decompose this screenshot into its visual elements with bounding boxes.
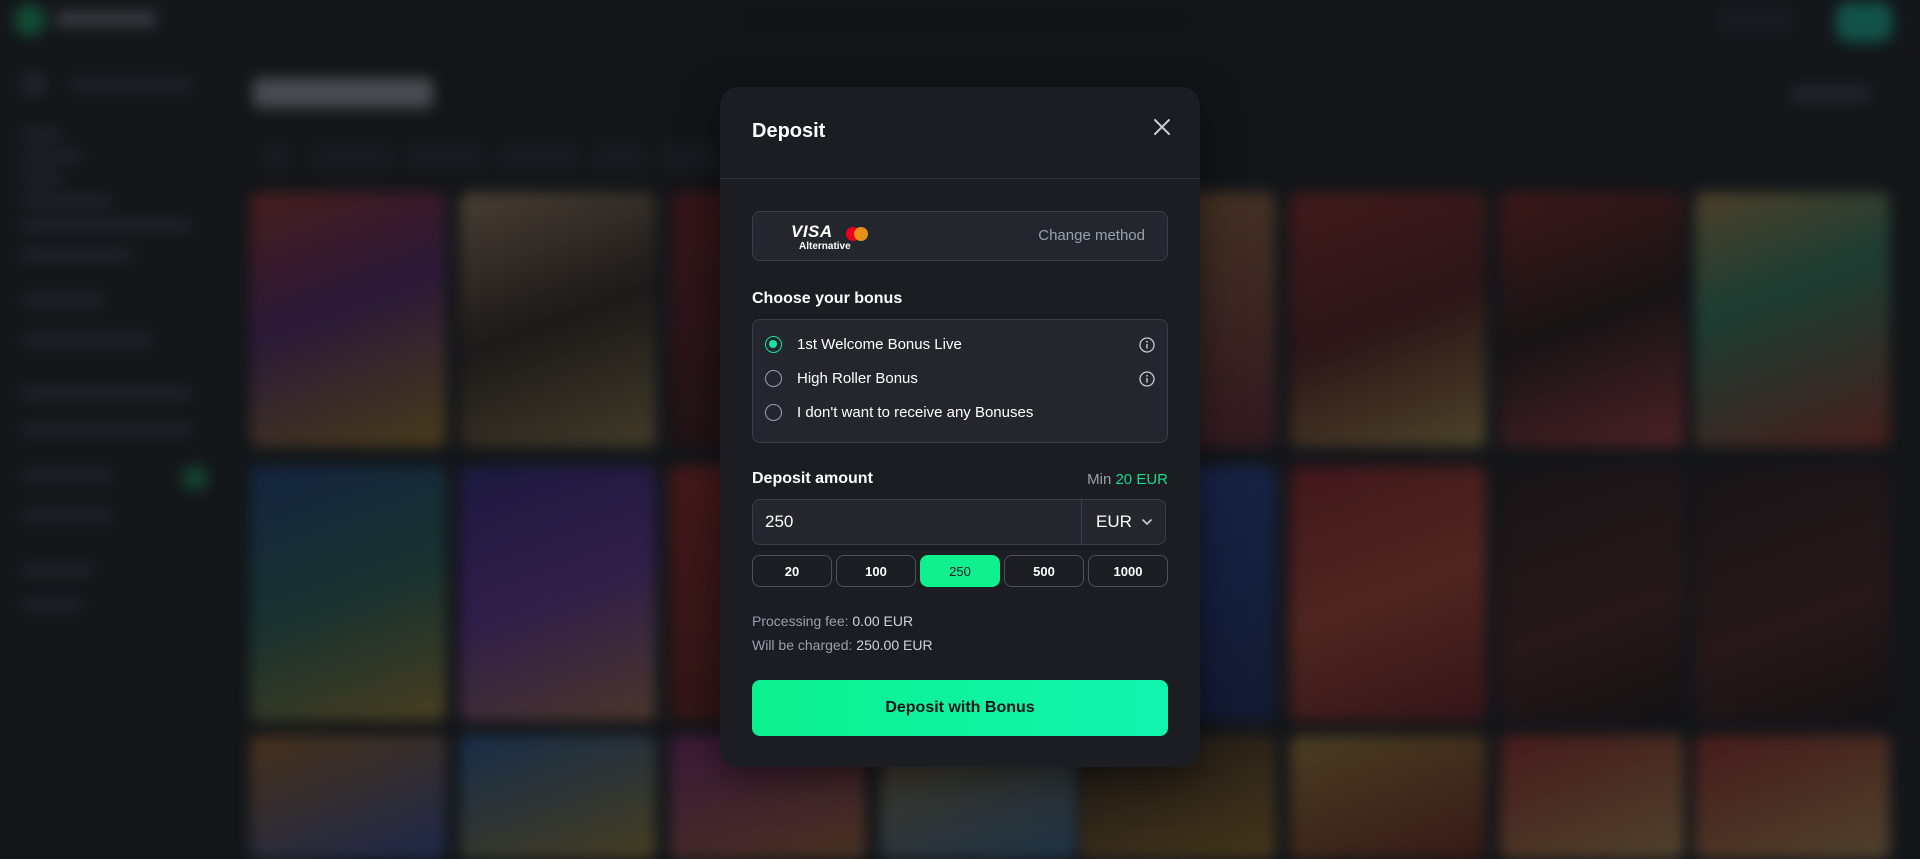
processing-fee-line: Processing fee: 0.00 EUR [752, 613, 913, 629]
quick-amount-button[interactable]: 20 [752, 555, 832, 587]
header-divider [720, 178, 1200, 179]
bonus-options: 1st Welcome Bonus Live High Roller Bonus… [752, 319, 1168, 443]
quick-amount-button[interactable]: 500 [1004, 555, 1084, 587]
quick-amount-button[interactable]: 100 [836, 555, 916, 587]
quick-amounts: 20 100 250 500 1000 [752, 555, 1168, 587]
processing-fee-value: 0.00 EUR [852, 613, 914, 629]
bonus-label: 1st Welcome Bonus Live [797, 336, 962, 353]
close-button[interactable] [1148, 113, 1176, 141]
card-brand: VISA [791, 222, 833, 241]
bonus-option-welcome[interactable]: 1st Welcome Bonus Live [753, 330, 1167, 360]
quick-amount-button-active[interactable]: 250 [920, 555, 1000, 587]
amount-input[interactable] [753, 500, 1081, 544]
currency-select[interactable]: EUR [1082, 500, 1166, 544]
modal-title: Deposit [752, 120, 826, 142]
bonus-label: I don't want to receive any Bonuses [797, 404, 1034, 421]
min-deposit-label: Min 20 EUR [1087, 471, 1168, 488]
deposit-modal: Deposit VISA Alternative Change method C… [720, 87, 1200, 767]
deposit-with-bonus-button[interactable]: Deposit with Bonus [752, 680, 1168, 736]
change-method-link[interactable]: Change method [1038, 227, 1145, 244]
quick-amount-button[interactable]: 1000 [1088, 555, 1168, 587]
bonus-option-high-roller[interactable]: High Roller Bonus [753, 364, 1167, 394]
bonus-option-none[interactable]: I don't want to receive any Bonuses [753, 398, 1167, 428]
currency-code: EUR [1096, 512, 1132, 531]
payment-method-box: VISA Alternative Change method [752, 211, 1168, 261]
visa-logo: VISA Alternative [791, 222, 871, 252]
amount-section-title: Deposit amount [752, 470, 873, 487]
processing-fee-label: Processing fee: [752, 613, 849, 629]
card-subtitle: Alternative [799, 241, 851, 252]
min-deposit-value: 20 EUR [1115, 471, 1168, 488]
info-icon[interactable] [1139, 371, 1155, 387]
radio-unselected[interactable] [765, 370, 782, 387]
charged-label: Will be charged: [752, 637, 853, 653]
chevron-down-icon [1142, 519, 1152, 525]
charged-value: 250.00 EUR [856, 637, 933, 653]
radio-selected[interactable] [765, 336, 782, 353]
close-icon [1154, 119, 1170, 135]
radio-unselected[interactable] [765, 404, 782, 421]
charged-line: Will be charged: 250.00 EUR [752, 637, 933, 653]
bonus-label: High Roller Bonus [797, 370, 918, 387]
info-icon[interactable] [1139, 337, 1155, 353]
bonus-section-title: Choose your bonus [752, 290, 903, 307]
mastercard-icon [846, 227, 868, 241]
amount-field: EUR [752, 499, 1166, 545]
min-prefix: Min [1087, 471, 1112, 488]
